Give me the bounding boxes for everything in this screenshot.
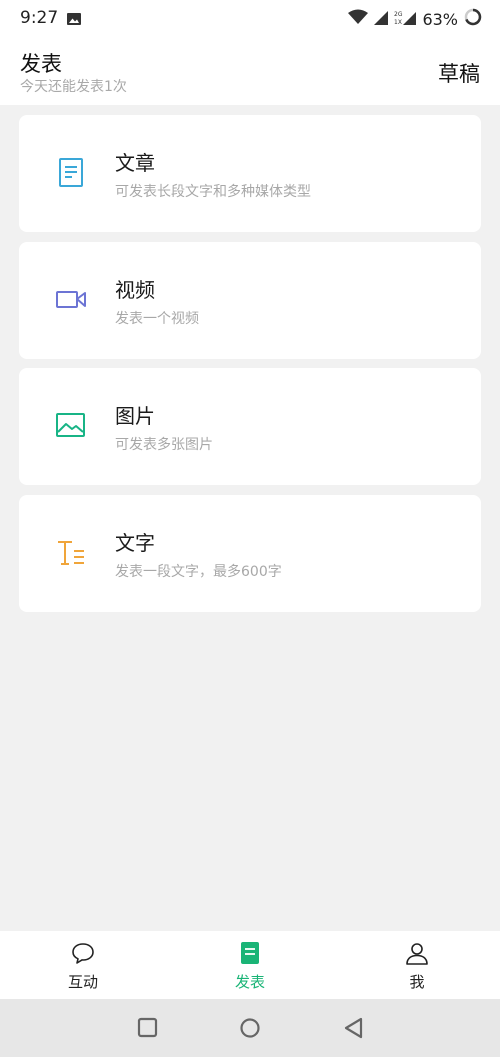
battery-percent: 63%: [422, 9, 458, 29]
publish-image-card[interactable]: 图片 可发表多张图片: [19, 368, 481, 485]
svg-text:1X: 1X: [394, 19, 402, 25]
nav-label: 发表: [234, 973, 265, 991]
battery-icon: [464, 8, 482, 30]
drafts-button[interactable]: 草稿: [438, 58, 480, 88]
card-description: 可发表长段文字和多种媒体类型: [115, 184, 311, 200]
wifi-icon: [348, 9, 369, 29]
status-bar: 9:27 2G 1X 63%: [0, 0, 500, 38]
nav-item-me[interactable]: 我: [334, 931, 500, 999]
chat-bubble-icon: [71, 941, 95, 965]
person-icon: [405, 941, 429, 965]
card-title: 文字: [115, 531, 155, 555]
page-title: 发表: [20, 52, 62, 76]
card-title: 图片: [115, 404, 155, 428]
video-icon: [55, 283, 87, 315]
publish-article-card[interactable]: 文章 可发表长段文字和多种媒体类型: [19, 115, 481, 232]
network-2g-icon: 2G 1X: [394, 9, 417, 29]
system-nav-bar: [0, 999, 500, 1057]
svg-text:2G: 2G: [394, 11, 403, 18]
page-subtitle: 今天还能发表1次: [20, 79, 127, 95]
nav-item-publish[interactable]: 发表: [167, 931, 333, 999]
publish-video-card[interactable]: 视频 发表一个视频: [19, 242, 481, 359]
nav-label: 我: [409, 973, 425, 991]
nav-item-interact[interactable]: 互动: [0, 931, 166, 999]
gallery-icon: [66, 11, 82, 30]
document-icon: [238, 941, 262, 965]
status-time: 9:27: [20, 8, 59, 28]
card-description: 发表一段文字，最多600字: [115, 564, 282, 580]
back-button[interactable]: [342, 1016, 366, 1040]
page-header: 发表 今天还能发表1次 草稿: [0, 38, 500, 105]
card-description: 可发表多张图片: [115, 437, 213, 453]
image-icon: [55, 409, 87, 441]
card-description: 发表一个视频: [115, 311, 199, 327]
card-title: 视频: [115, 278, 155, 302]
nav-label: 互动: [67, 973, 98, 991]
card-title: 文章: [115, 151, 155, 175]
publish-text-card[interactable]: 文字 发表一段文字，最多600字: [19, 495, 481, 612]
recents-button[interactable]: [136, 1016, 160, 1040]
bottom-nav: 互动 发表 我: [0, 931, 500, 999]
signal-icon: [374, 10, 389, 29]
text-icon: [55, 536, 87, 568]
home-button[interactable]: [238, 1016, 262, 1040]
article-icon: [55, 156, 87, 188]
status-icons: 2G 1X 63%: [348, 8, 482, 30]
